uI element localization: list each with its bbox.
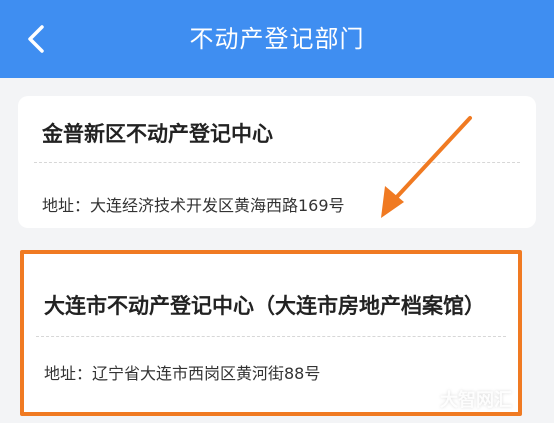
- page-title: 不动产登记部门: [189, 25, 365, 53]
- office-card-jinpu[interactable]: 金普新区不动产登记中心 地址：大连经济技术开发区黄海西路169号: [18, 96, 536, 228]
- office-address: 地址：辽宁省大连市西岗区黄河街88号: [44, 364, 321, 383]
- dashed-divider: [36, 336, 506, 337]
- watermark-text: 大智网汇: [440, 390, 512, 411]
- header-bar: 不动产登记部门: [0, 0, 554, 78]
- office-name: 金普新区不动产登记中心: [42, 122, 273, 146]
- office-address: 地址：大连经济技术开发区黄海西路169号: [42, 196, 345, 215]
- office-name: 大连市不动产登记中心（大连市房地产档案馆）: [44, 294, 485, 318]
- dashed-divider: [34, 162, 520, 163]
